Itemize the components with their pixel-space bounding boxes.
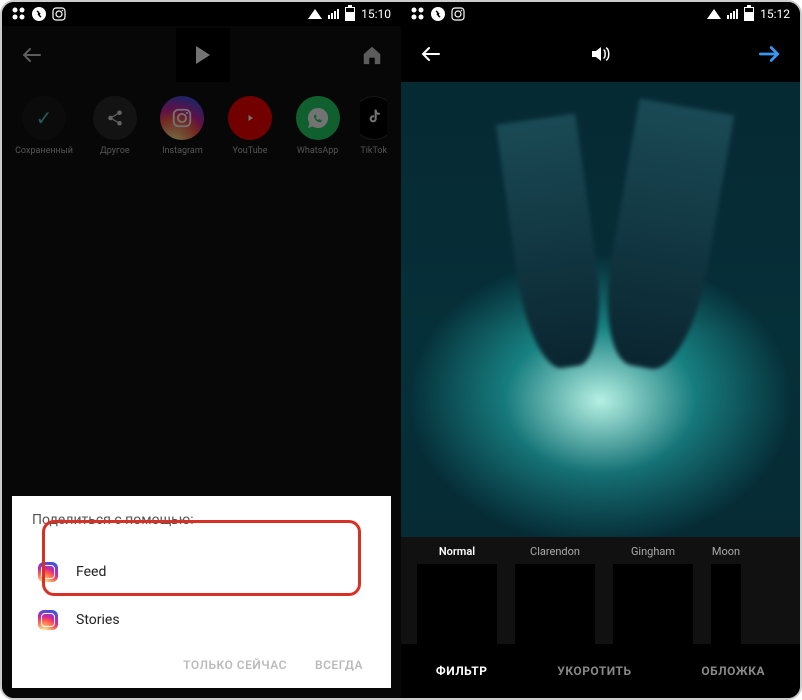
share-sheet-title: Поделиться с помощью:	[32, 512, 371, 528]
battery-icon	[744, 7, 754, 21]
share-option-stories[interactable]: Stories	[32, 596, 371, 644]
signal-icon	[727, 9, 738, 19]
share-sheet: Поделиться с помощью: Feed Stories ТОЛЬК…	[12, 496, 391, 688]
phone-left: 15:10 ✓ Сохраненный	[2, 2, 401, 698]
tab-filter[interactable]: ФИЛЬТР	[436, 664, 488, 678]
status-bar: 15:10	[2, 2, 401, 26]
battery-icon	[345, 7, 355, 21]
status-bar: 15:12	[401, 2, 800, 26]
screenshot-pair: 15:10 ✓ Сохраненный	[0, 0, 802, 700]
instagram-status-icon	[52, 7, 66, 21]
filter-thumb	[515, 564, 595, 644]
wifi-icon	[308, 9, 322, 19]
shazam-icon	[32, 7, 46, 21]
instagram-icon	[38, 562, 58, 582]
filter-normal[interactable]: Normal	[417, 545, 497, 644]
share-option-feed[interactable]: Feed	[32, 548, 371, 596]
filter-thumb	[613, 564, 693, 644]
editor-tabs: ФИЛЬТР УКОРОТИТЬ ОБЛОЖКА	[401, 644, 800, 698]
video-preview[interactable]	[401, 82, 800, 537]
wifi-icon	[707, 9, 721, 19]
filter-strip[interactable]: Normal Clarendon Gingham Moon	[401, 537, 800, 644]
filter-moon[interactable]: Moon	[711, 545, 741, 644]
status-dots-icon	[411, 7, 425, 21]
filter-clarendon[interactable]: Clarendon	[515, 545, 595, 644]
tab-trim[interactable]: УКОРОТИТЬ	[557, 664, 631, 678]
always-button[interactable]: ВСЕГДА	[315, 658, 363, 672]
sound-toggle[interactable]	[588, 42, 612, 66]
phone-right: 15:12 Normal Clarendon	[401, 2, 800, 698]
preview-frame	[401, 82, 800, 537]
instagram-icon	[38, 610, 58, 630]
filter-gingham[interactable]: Gingham	[613, 545, 693, 644]
shazam-icon	[431, 7, 445, 21]
status-time: 15:12	[760, 7, 790, 21]
editor-background: ✓ Сохраненный Другое Instagram	[2, 26, 401, 698]
status-time: 15:10	[361, 7, 391, 21]
filter-thumb	[417, 564, 497, 644]
filter-thumb	[711, 564, 741, 644]
just-once-button[interactable]: ТОЛЬКО СЕЙЧАС	[183, 658, 287, 672]
status-dots-icon	[12, 7, 26, 21]
tab-cover[interactable]: ОБЛОЖКА	[701, 664, 765, 678]
next-button[interactable]	[756, 41, 782, 67]
signal-icon	[328, 9, 339, 19]
instagram-status-icon	[451, 7, 465, 21]
instagram-topbar	[401, 26, 800, 82]
back-button[interactable]	[419, 42, 443, 66]
